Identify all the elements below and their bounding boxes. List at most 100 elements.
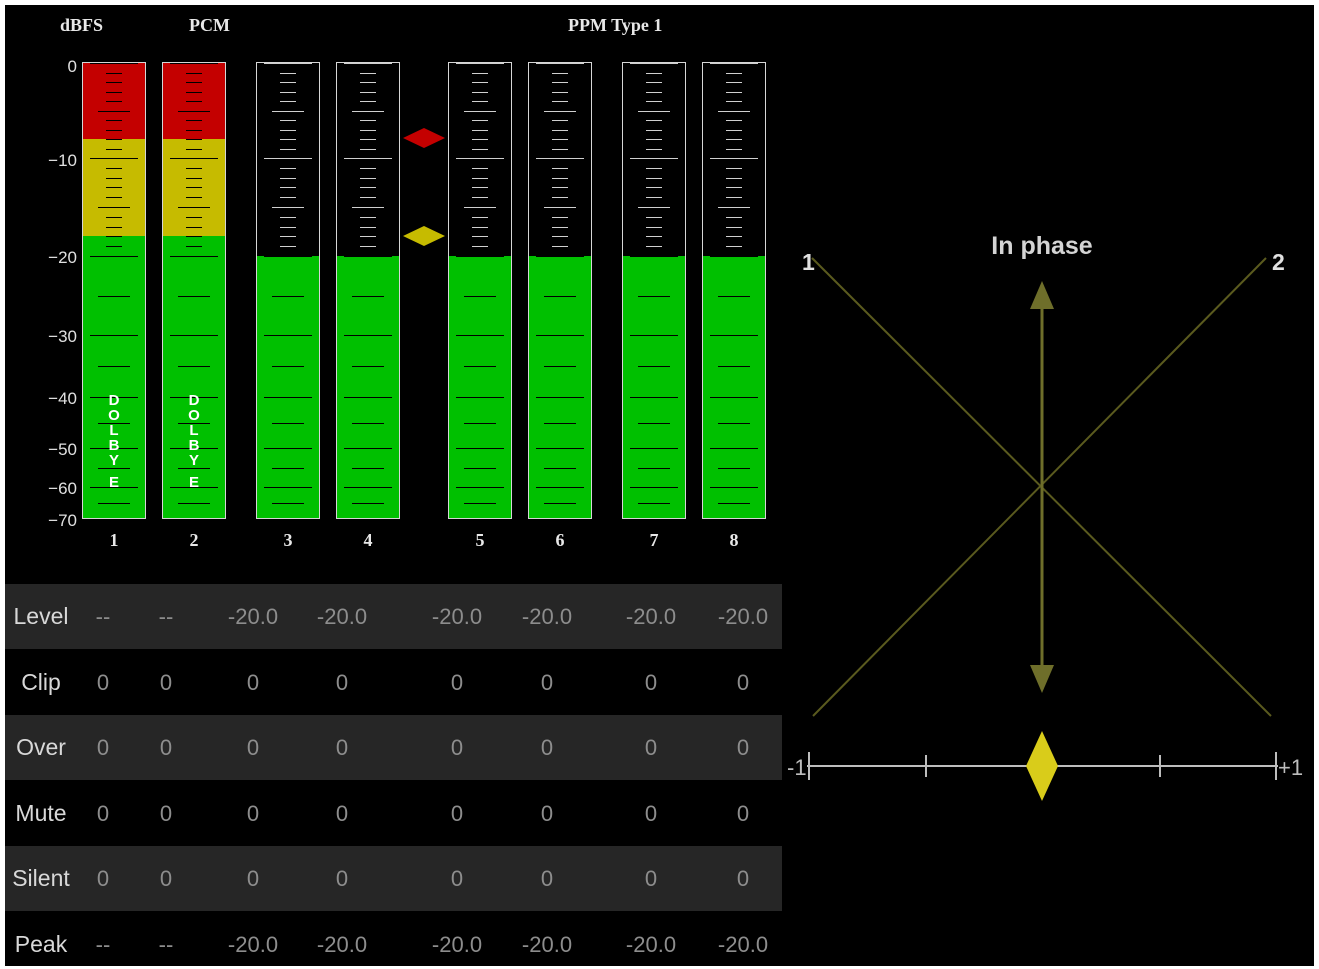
meter-tick xyxy=(272,366,304,367)
meter-bar-7 xyxy=(622,62,686,519)
meter-tick xyxy=(280,82,296,83)
meter-bar-2: DOLBYE xyxy=(162,62,226,519)
meter-tick xyxy=(186,72,202,74)
meter-tick xyxy=(280,236,296,238)
meter-tick xyxy=(456,397,504,398)
meter-tick xyxy=(646,101,662,102)
meter-tick xyxy=(552,101,568,102)
meter-tick xyxy=(710,256,758,257)
stats-cell: 0 xyxy=(644,669,658,695)
meter-tick xyxy=(186,226,202,228)
meter-tick xyxy=(726,236,742,238)
meter-tick xyxy=(638,110,670,112)
meter-tick xyxy=(352,295,384,297)
meter-tick xyxy=(646,72,662,74)
meter-bar-1: DOLBYE xyxy=(82,62,146,519)
meter-tick xyxy=(264,335,312,336)
meter-tick xyxy=(456,448,504,449)
meter-tick xyxy=(106,148,122,150)
meter-tick xyxy=(544,422,576,424)
stats-cell: 0 xyxy=(246,735,260,760)
stats-cell: 0 xyxy=(736,669,750,695)
dolby-e-letter: E xyxy=(188,474,199,491)
meter-bar-3 xyxy=(256,62,320,519)
meter-tick xyxy=(646,226,662,228)
meter-tick xyxy=(472,246,488,248)
meter-tick xyxy=(552,216,568,218)
meter-tick xyxy=(186,120,202,121)
stats-cell: 0 xyxy=(736,735,750,760)
meter-tick xyxy=(280,177,296,179)
meter-tick xyxy=(280,91,296,93)
stats-row-clip: Clip 0 0 0 0 0 0 0 0 xyxy=(5,650,782,715)
stats-cell: 0 xyxy=(540,735,554,760)
meter-tick xyxy=(456,335,504,336)
meter-tick xyxy=(646,91,662,93)
stats-cell: -20.0 xyxy=(227,931,279,957)
meter-tick xyxy=(472,101,488,102)
meter-tick xyxy=(264,256,312,257)
meter-tick xyxy=(360,226,376,228)
meter-tick xyxy=(646,177,662,179)
meter-tick xyxy=(472,187,488,189)
meter-tick xyxy=(552,91,568,93)
meter-tick xyxy=(646,236,662,238)
stats-cell: 0 xyxy=(159,800,173,826)
meter-tick xyxy=(106,101,122,102)
meter-tick xyxy=(186,148,202,150)
meter-tick xyxy=(726,120,742,121)
meter-tick xyxy=(646,82,662,83)
meter-tick xyxy=(646,167,662,169)
meter-tick xyxy=(544,110,576,112)
meter-tick xyxy=(360,177,376,179)
channel-number-7: 7 xyxy=(649,530,659,550)
meter-tick xyxy=(726,197,742,199)
meter-tick xyxy=(98,366,130,367)
meter-tick xyxy=(360,187,376,189)
meter-tick xyxy=(280,139,296,140)
meter-tick xyxy=(472,139,488,140)
meter-tick xyxy=(536,256,584,257)
meter-tick xyxy=(456,487,504,488)
meter-tick xyxy=(352,422,384,424)
meter-tick xyxy=(186,246,202,248)
meter-tick xyxy=(264,448,312,449)
scale-label: −40 xyxy=(48,389,77,408)
meter-tick xyxy=(646,197,662,199)
meter-tick xyxy=(106,236,122,238)
meter-tick xyxy=(106,216,122,218)
meter-tick xyxy=(280,129,296,131)
meter-tick xyxy=(472,197,488,199)
meter-tick xyxy=(344,448,392,449)
up-arrow-icon xyxy=(1030,281,1054,309)
meter-tick xyxy=(360,72,376,74)
meter-tick xyxy=(456,63,504,64)
meter-tick xyxy=(186,187,202,189)
stats-cell: 0 xyxy=(736,800,750,826)
meter-tick xyxy=(178,207,210,208)
stats-row-over: Over 0 0 0 0 0 0 0 0 xyxy=(5,715,782,780)
meter-tick xyxy=(272,467,304,469)
meter-tick xyxy=(646,187,662,189)
meter-tick xyxy=(630,487,678,488)
meter-tick xyxy=(630,63,678,64)
meter-tick xyxy=(710,487,758,488)
channel-number-6: 6 xyxy=(555,530,565,550)
meter-tick xyxy=(544,207,576,208)
right-channel-label: 2 xyxy=(1272,249,1285,275)
stats-cell: 0 xyxy=(540,669,554,695)
meter-tick xyxy=(280,120,296,121)
stats-cell: -20.0 xyxy=(521,931,573,957)
meter-tick xyxy=(638,503,670,504)
meter-tick xyxy=(472,216,488,218)
meter-tick xyxy=(170,335,218,336)
scale-title: dBFS xyxy=(60,15,104,35)
meter-tick xyxy=(360,91,376,93)
stats-cell: -20.0 xyxy=(717,931,769,957)
meter-tick xyxy=(630,158,678,159)
meter-tick xyxy=(544,503,576,504)
meter-tick xyxy=(710,63,758,64)
meter-tick xyxy=(360,167,376,169)
meter-tick xyxy=(106,177,122,179)
meter-tick xyxy=(272,295,304,297)
